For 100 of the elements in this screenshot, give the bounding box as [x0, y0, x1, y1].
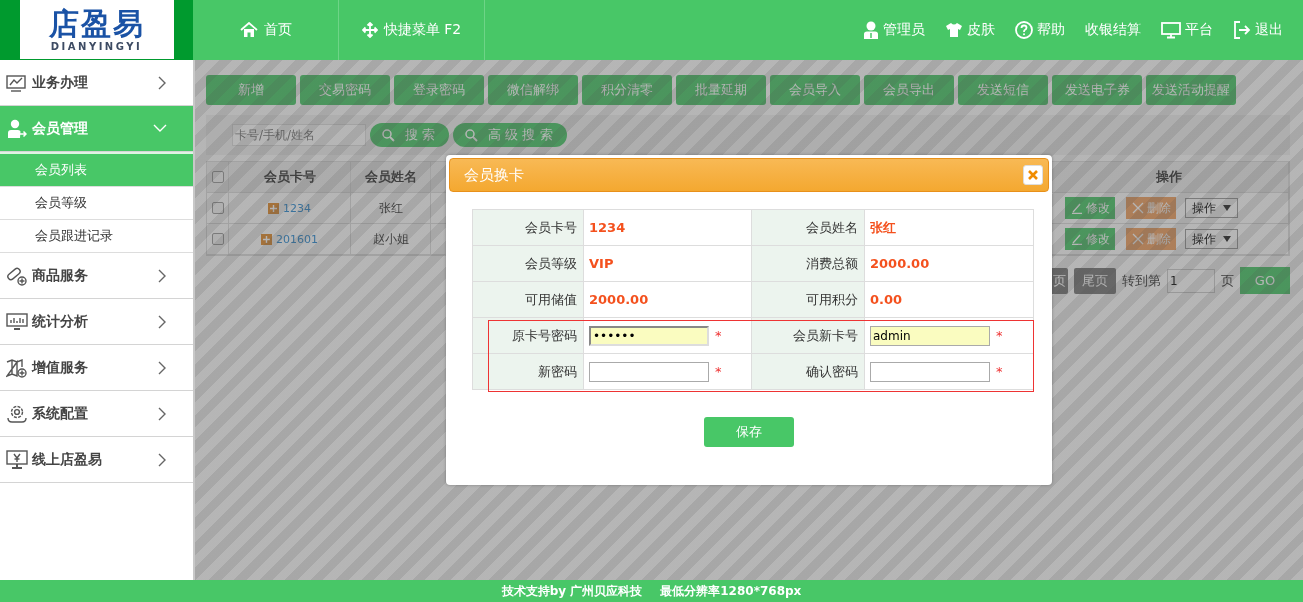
- field-value: 0.00: [870, 292, 903, 307]
- search-button[interactable]: 搜 索: [370, 123, 450, 147]
- page-label: 页: [1221, 271, 1234, 290]
- footer-text: 最低分辨率1280*768px: [660, 582, 802, 600]
- checkbox[interactable]: [211, 171, 224, 183]
- link-icon: [6, 265, 28, 286]
- card-number-link[interactable]: 201601: [276, 232, 318, 246]
- card-number-link[interactable]: 1234: [283, 201, 311, 215]
- input-field[interactable]: [589, 361, 709, 382]
- field-value: VIP: [589, 256, 614, 271]
- toolbar-button[interactable]: 积分清零: [582, 75, 672, 105]
- map-icon: [6, 357, 28, 378]
- required-mark: *: [996, 364, 1003, 379]
- page-button[interactable]: 尾页: [1074, 267, 1116, 294]
- sidebar-subitem[interactable]: 会员跟进记录: [0, 220, 193, 253]
- sidebar-subitem[interactable]: 会员列表: [0, 152, 193, 187]
- caret-icon: [1223, 205, 1231, 211]
- user-icon: [7, 118, 27, 139]
- chevron-right-icon: [158, 268, 167, 283]
- field-value: 1234: [589, 220, 626, 235]
- delete-button[interactable]: 删除: [1126, 228, 1176, 250]
- toolbar-button[interactable]: 微信解绑: [488, 75, 578, 105]
- monitor-chart-icon: [6, 73, 28, 92]
- monitor-icon: [1161, 21, 1181, 39]
- required-mark: *: [996, 328, 1003, 343]
- search-button[interactable]: 高 级 搜 索: [453, 123, 567, 147]
- toolbar-button[interactable]: 新增: [206, 75, 296, 105]
- search-field[interactable]: 卡号/手机/姓名: [232, 124, 366, 146]
- chevron-right-icon: [158, 75, 167, 90]
- header-link[interactable]: 收银结算: [1085, 21, 1141, 39]
- header-link[interactable]: 皮肤: [945, 21, 995, 39]
- toolbar-button[interactable]: 批量延期: [676, 75, 766, 105]
- logout-icon: [1233, 21, 1251, 39]
- toolbar-button[interactable]: 发送活动提醒: [1146, 75, 1236, 105]
- chevron-down-icon: [153, 124, 167, 133]
- pencil-icon: [1070, 233, 1083, 245]
- header-link[interactable]: 平台: [1161, 21, 1213, 39]
- sidebar-item[interactable]: 系统配置: [0, 391, 193, 437]
- field-value: 2000.00: [870, 256, 930, 271]
- checkbox[interactable]: [211, 233, 224, 245]
- table-cell: 赵小姐: [351, 224, 431, 255]
- action-dropdown[interactable]: 操作: [1185, 198, 1238, 218]
- input-field[interactable]: ••••••: [589, 325, 709, 346]
- header-link[interactable]: 管理员: [863, 21, 925, 39]
- sidebar-item[interactable]: 商品服务: [0, 253, 193, 299]
- header-link[interactable]: 退出: [1233, 21, 1283, 39]
- field-label: 可用积分: [752, 282, 865, 318]
- input-field[interactable]: [870, 361, 990, 382]
- go-button[interactable]: GO: [1240, 267, 1290, 294]
- field-label: 可用储值: [473, 282, 584, 318]
- sidebar-item[interactable]: 增值服务: [0, 345, 193, 391]
- delete-button[interactable]: 删除: [1126, 197, 1176, 219]
- field-label: 消费总额: [752, 246, 865, 282]
- header-link[interactable]: 帮助: [1015, 21, 1065, 39]
- toolbar-button[interactable]: 发送短信: [958, 75, 1048, 105]
- required-mark: *: [715, 328, 722, 343]
- close-button[interactable]: [1023, 165, 1043, 185]
- edit-button[interactable]: 修改: [1065, 228, 1115, 250]
- field-value: 2000.00: [589, 292, 649, 307]
- table-cell: 张红: [351, 193, 431, 224]
- required-mark: *: [715, 364, 722, 379]
- sidebar-item[interactable]: 统计分析: [0, 299, 193, 345]
- page-field[interactable]: 1: [1167, 268, 1215, 293]
- pencil-icon: [1070, 202, 1083, 214]
- search-icon: [465, 128, 479, 142]
- expand-icon: [268, 202, 279, 214]
- settings-icon: [6, 403, 28, 424]
- chevron-right-icon: [158, 406, 167, 421]
- dialog-title: 会员换卡: [464, 165, 524, 185]
- column-header: 操作: [1049, 162, 1289, 193]
- toolbar-button[interactable]: 会员导出: [864, 75, 954, 105]
- shirt-icon: [945, 22, 963, 38]
- close-icon: [1131, 233, 1144, 245]
- expand-icon: [261, 233, 272, 245]
- toolbar-button[interactable]: 交易密码: [300, 75, 390, 105]
- save-button[interactable]: 保存: [704, 417, 794, 447]
- field-label: 原卡号密码: [473, 318, 584, 354]
- sidebar-item[interactable]: 线上店盈易: [0, 437, 193, 483]
- home-icon: [239, 22, 258, 38]
- close-icon: [1028, 170, 1038, 180]
- column-header: 会员卡号: [229, 162, 351, 193]
- footer-text: 技术支持by 广州贝应科技: [501, 582, 643, 600]
- field-label: 新密码: [473, 354, 584, 390]
- edit-button[interactable]: 修改: [1065, 197, 1115, 219]
- input-field[interactable]: admin: [870, 325, 990, 346]
- toolbar-button[interactable]: 登录密码: [394, 75, 484, 105]
- close-icon: [1131, 202, 1144, 214]
- caret-icon: [1223, 236, 1231, 242]
- field-label: 会员新卡号: [752, 318, 865, 354]
- field-label: 会员卡号: [473, 210, 584, 246]
- sidebar-item[interactable]: 会员管理: [0, 106, 193, 152]
- toolbar-button[interactable]: 发送电子券: [1052, 75, 1142, 105]
- checkbox[interactable]: [211, 202, 224, 214]
- action-dropdown[interactable]: 操作: [1185, 229, 1238, 249]
- column-header: 会员姓名: [351, 162, 431, 193]
- toolbar-button[interactable]: 会员导入: [770, 75, 860, 105]
- chevron-right-icon: [158, 360, 167, 375]
- sidebar-subitem[interactable]: 会员等级: [0, 187, 193, 220]
- chevron-right-icon: [158, 452, 167, 467]
- help-icon: [1015, 21, 1033, 39]
